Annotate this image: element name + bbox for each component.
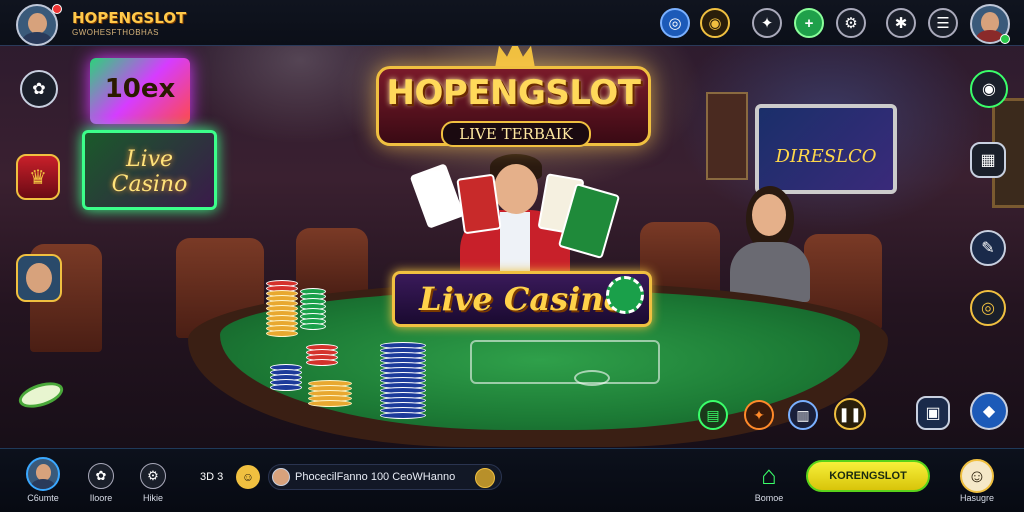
profile-online-dot — [1000, 34, 1010, 44]
nav-avatar-icon[interactable] — [26, 457, 60, 491]
tv-screen-text: DIRESLCO — [775, 146, 877, 167]
nav-settings-icon[interactable]: ⚙ — [140, 463, 166, 489]
top-bar: HOPENGSLOT GWOHESFTHOBHAS ◎ ◉ ✦ + ⚙ ✱ ☰ — [0, 0, 1024, 46]
playing-card-2 — [456, 173, 502, 235]
nav-gear-icon[interactable]: ✿ — [88, 463, 114, 489]
notification-dot — [52, 4, 62, 14]
side-player-avatar-icon[interactable] — [16, 254, 62, 302]
side-gear-icon[interactable]: ✿ — [20, 70, 58, 108]
home-icon[interactable]: ⌂ — [752, 459, 786, 491]
side-chat-icon[interactable]: ✎ — [970, 230, 1006, 266]
announcement-ticker[interactable]: PhocecilFanno 100 CeoWHanno — [268, 464, 502, 490]
logo-subtitle: LIVE TERBAIK — [441, 121, 591, 147]
side-diamond-icon[interactable]: ◆ — [970, 392, 1008, 430]
neon-sign-live-casino: Live Casino — [82, 130, 217, 210]
support-icon[interactable]: ✱ — [886, 8, 916, 38]
plus-icon[interactable]: + — [794, 8, 824, 38]
profile-smile-icon[interactable]: ☺ — [960, 459, 994, 493]
balance-text: 3D 3 — [200, 471, 224, 483]
side-spin-icon[interactable]: ◉ — [970, 70, 1008, 108]
nav-label-0: C6umte — [27, 493, 59, 503]
nav-label-1: Iloore — [89, 493, 113, 503]
brand-title: HOPENGSLOT — [72, 9, 187, 27]
logo-title: HOPENGSLOT — [386, 73, 641, 113]
player-woman — [716, 186, 816, 306]
chair-back-right — [640, 222, 720, 294]
home-label: Bomoe — [754, 493, 784, 503]
side-card-icon[interactable]: ▣ — [916, 396, 950, 430]
side-jackpot-icon[interactable]: ♛ — [16, 154, 60, 200]
game-logo: HOPENGSLOT LIVE TERBAIK — [376, 66, 651, 147]
ticker-avatar-icon — [272, 468, 290, 486]
profile-label: Hasugre — [959, 493, 995, 503]
chip-stack-blue-small — [270, 364, 302, 391]
wall-picture — [706, 92, 748, 180]
side-target-icon[interactable]: ◎ — [970, 290, 1006, 326]
tv-screen-right: DIRESLCO — [755, 104, 897, 194]
settings-gear-icon[interactable]: ⚙ — [836, 8, 866, 38]
chip-stack-gold-small — [308, 380, 352, 407]
chip-stack-blue-tall — [380, 342, 426, 419]
table-fire-icon[interactable]: ✦ — [744, 400, 774, 430]
table-bet-circle — [574, 370, 610, 386]
neon-sign-left-text: Live Casino — [111, 147, 188, 197]
neon-sign-top-left-text: 10ex — [104, 74, 176, 104]
ticker-coin-icon — [475, 468, 495, 488]
chip-stack-red-small — [306, 344, 338, 366]
side-calendar-icon[interactable]: ▦ — [970, 142, 1006, 178]
chip-decor-right — [606, 276, 644, 314]
live-casino-text: Live Casino — [419, 280, 625, 318]
chip-stack-red-gold — [266, 280, 298, 337]
smile-coin-icon[interactable]: ☺ — [236, 465, 260, 489]
table-pause-icon[interactable]: ❚❚ — [834, 398, 866, 430]
nav-label-2: Hikie — [142, 493, 163, 503]
promo-button[interactable]: KORENGSLOT — [806, 460, 930, 492]
ticker-text: PhocecilFanno 100 CeoWHanno — [295, 471, 456, 483]
coin-icon[interactable]: ◉ — [700, 8, 730, 38]
gift-icon[interactable]: ✦ — [752, 8, 782, 38]
menu-icon[interactable]: ☰ — [928, 8, 958, 38]
chip-stack-green — [300, 288, 326, 330]
table-history-icon[interactable]: ▥ — [788, 400, 818, 430]
table-betting-area — [470, 340, 660, 384]
wheel-icon[interactable]: ◎ — [660, 8, 690, 38]
table-bet-icon[interactable]: ▤ — [698, 400, 728, 430]
neon-sign-top-left: 10ex — [90, 58, 190, 124]
brand-subtitle: GWOHESFTHOBHAS — [72, 28, 160, 37]
